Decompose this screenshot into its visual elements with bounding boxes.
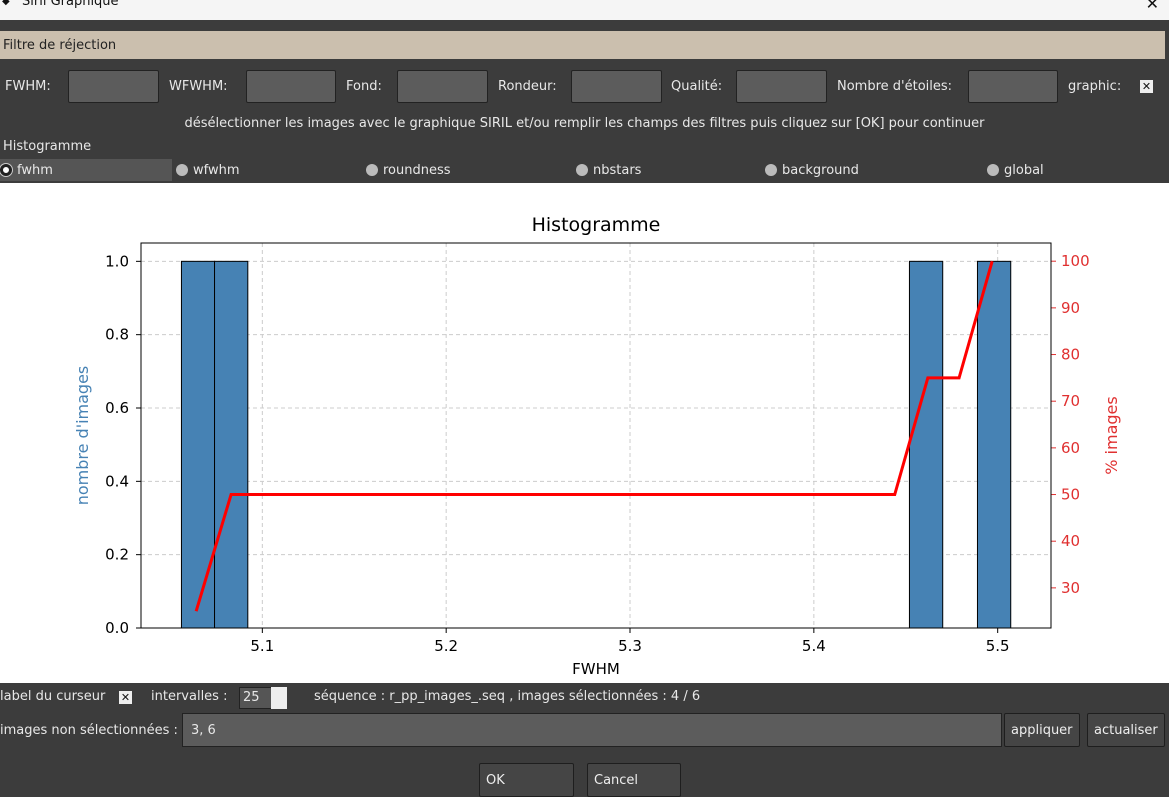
nbstars-label: Nombre d'étoiles: (837, 79, 953, 94)
qualite-input[interactable] (736, 70, 827, 103)
histogram-bar (976, 260, 1012, 629)
y-tick-label: 0.0 (105, 619, 129, 637)
x-tick-label: 5.2 (434, 637, 458, 655)
radio-dot-icon (176, 164, 188, 176)
radio-dot-icon (576, 164, 588, 176)
title-bar: ◆ Siril Graphique ✕ (0, 0, 1169, 20)
spinner-arrows-icon[interactable] (271, 687, 287, 709)
fwhm-label: FWHM: (5, 79, 51, 94)
histogram-chart[interactable]: 5.1 5.2 5.3 5.4 5.5 0.0 0.2 0.4 0.6 0.8 1.0 30 40 50 6… (0, 183, 1169, 683)
y2-tick-label: 60 (1061, 439, 1080, 457)
histogram-bar (180, 260, 216, 629)
y2-tick-label: 100 (1061, 252, 1090, 270)
refresh-button[interactable]: actualiser (1087, 713, 1165, 747)
radio-dot-icon (987, 164, 999, 176)
rondeur-input[interactable] (571, 70, 662, 103)
x-axis-label: FWHM (572, 660, 620, 678)
chart-title: Histogramme (532, 214, 661, 236)
radio-dot-icon (366, 164, 378, 176)
radio-global[interactable]: global (987, 159, 1044, 181)
radio-dot-icon (765, 164, 777, 176)
y-tick-label: 0.2 (105, 546, 129, 564)
qualite-label: Qualité: (671, 79, 723, 94)
hint-text: désélectionner les images avec le graphi… (184, 116, 985, 131)
cursor-label: label du curseur (0, 689, 106, 704)
radio-label: wfwhm (193, 162, 240, 178)
y2-axis-label: % images (1102, 396, 1121, 474)
window-title: Siril Graphique (22, 0, 119, 9)
chart-svg: 5.1 5.2 5.3 5.4 5.5 0.0 0.2 0.4 0.6 0.8 1.0 30 40 50 6… (73, 214, 1121, 678)
radio-label: fwhm (17, 162, 53, 178)
radio-dot-icon (0, 164, 12, 176)
cancel-button[interactable]: Cancel (587, 763, 681, 797)
y-tick-label: 0.4 (105, 472, 129, 490)
y-axis-label: nombre d'images (73, 366, 92, 506)
radio-nbstars[interactable]: nbstars (576, 159, 641, 181)
sequence-info: séquence : r_pp_images_.seq , images sél… (314, 689, 701, 704)
wfwhm-label: WFWHM: (169, 79, 228, 94)
close-icon[interactable]: ✕ (1146, 0, 1159, 13)
y-tick-label: 0.6 (105, 399, 129, 417)
x-tick-label: 5.3 (618, 637, 642, 655)
y2-tick-label: 50 (1061, 486, 1080, 504)
unselected-label: images non sélectionnées : (0, 723, 178, 738)
filter-row: FWHM: WFWHM: Fond: Rondeur: Qualité: Nom… (0, 70, 1169, 104)
radio-label: roundness (383, 162, 451, 178)
radio-label: background (782, 162, 859, 178)
y2-tick-label: 80 (1061, 346, 1080, 364)
app-icon: ◆ (2, 0, 10, 7)
x-tick-label: 5.1 (250, 637, 274, 655)
cursor-checkbox[interactable]: ✕ (119, 691, 132, 704)
radio-background[interactable]: background (765, 159, 859, 181)
radio-roundness[interactable]: roundness (366, 159, 451, 181)
radio-fwhm[interactable]: fwhm (0, 159, 172, 181)
fond-input[interactable] (397, 70, 488, 103)
radio-wfwhm[interactable]: wfwhm (176, 159, 240, 181)
intervals-label: intervalles : (151, 689, 228, 704)
wfwhm-input[interactable] (246, 70, 336, 103)
graphic-label: graphic: (1068, 79, 1122, 94)
unselected-input[interactable]: 3, 6 (182, 713, 1002, 747)
histogram-radio-group: fwhm wfwhm roundness nbstars background … (0, 159, 1169, 181)
apply-button[interactable]: appliquer (1004, 713, 1080, 747)
y2-tick-label: 70 (1061, 392, 1080, 410)
graphic-checkbox[interactable]: ✕ (1140, 80, 1153, 93)
ok-button[interactable]: OK (479, 763, 574, 797)
y-tick-label: 1.0 (105, 252, 129, 270)
unselected-row: images non sélectionnées : 3, 6 applique… (0, 713, 1169, 747)
fond-label: Fond: (346, 79, 382, 94)
x-tick-label: 5.5 (986, 637, 1010, 655)
histogram-label: Histogramme (3, 139, 92, 154)
nbstars-input[interactable] (968, 70, 1058, 103)
y2-tick-label: 40 (1061, 532, 1080, 550)
frame-title: Filtre de réjection (0, 31, 1165, 59)
histogram-bar (214, 260, 249, 629)
histogram-bar (908, 260, 944, 629)
y2-tick-label: 90 (1061, 299, 1080, 317)
fwhm-input[interactable] (68, 70, 159, 103)
radio-label: global (1004, 162, 1044, 178)
radio-label: nbstars (593, 162, 642, 178)
y-tick-label: 0.8 (105, 326, 129, 344)
options-row: label du curseur ✕ intervalles : 25 séqu… (0, 687, 1169, 709)
rondeur-label: Rondeur: (498, 79, 557, 94)
x-tick-label: 5.4 (802, 637, 826, 655)
y2-tick-label: 30 (1061, 579, 1080, 597)
cumulative-line (194, 260, 994, 612)
